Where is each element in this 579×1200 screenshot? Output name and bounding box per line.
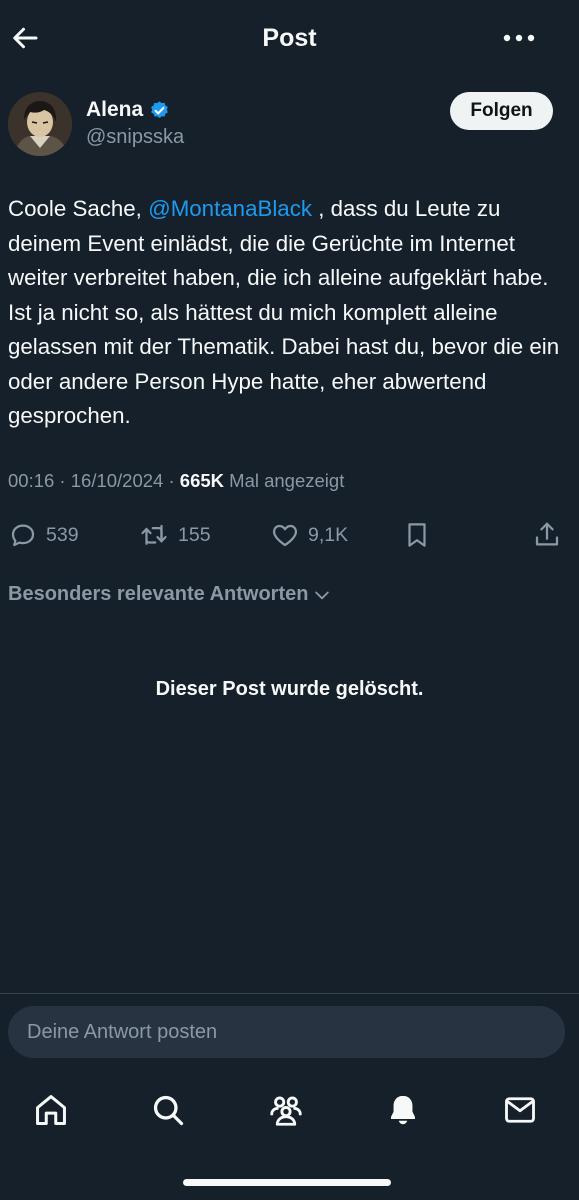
nav-home[interactable] <box>29 1088 73 1132</box>
verified-badge-icon <box>151 100 168 118</box>
author-identity[interactable]: Alena @snipsska <box>86 98 184 149</box>
author-handle: @snipsska <box>86 126 185 148</box>
post-detail-screen: Post Alena @snipsska Folgen Coole Sache,… <box>0 0 579 1200</box>
post-actions: 539 155 9,1K <box>8 513 568 557</box>
post-timestamp: 00:16 · 16/10/2024 · <box>8 470 180 491</box>
post-text-after: , dass du Leute zu deinem Event einlädst… <box>8 196 560 428</box>
back-button[interactable] <box>10 22 42 54</box>
author-name-text: Alena <box>86 98 144 121</box>
avatar-image <box>8 92 72 156</box>
bookmark-button[interactable] <box>402 513 432 557</box>
share-button[interactable] <box>532 513 562 557</box>
follow-button[interactable]: Folgen <box>450 92 553 130</box>
search-icon <box>153 1095 184 1126</box>
post-meta: 00:16 · 16/10/2024 · 665K Mal angezeigt <box>8 470 344 492</box>
like-button[interactable]: 9,1K <box>270 513 348 557</box>
deleted-post-notice: Dieser Post wurde gelöscht. <box>155 678 424 700</box>
nav-communities[interactable] <box>264 1088 308 1132</box>
more-horizontal-icon <box>503 34 535 42</box>
communities-icon <box>270 1096 302 1126</box>
nav-notifications[interactable] <box>381 1088 425 1132</box>
like-count: 9,1K <box>308 523 349 546</box>
mention-link[interactable]: @MontanaBlack <box>148 196 312 221</box>
repost-count: 155 <box>178 523 211 546</box>
view-count-label: Mal angezeigt <box>224 470 345 491</box>
author-name[interactable]: Alena <box>86 98 170 122</box>
nav-messages[interactable] <box>498 1088 542 1132</box>
view-count[interactable]: 665K <box>180 470 224 491</box>
notifications-icon <box>391 1095 415 1125</box>
nav-search[interactable] <box>146 1088 190 1132</box>
heart-icon <box>272 524 298 547</box>
bookmark-icon <box>408 523 426 547</box>
home-icon <box>36 1095 66 1125</box>
repost-button[interactable]: 155 <box>138 513 211 557</box>
top-bar: Post <box>0 0 579 76</box>
chevron-down-icon <box>315 591 330 599</box>
page-title: Post <box>262 23 317 52</box>
post-text-before: Coole Sache, <box>8 196 149 221</box>
share-icon <box>535 522 559 546</box>
bottom-navigation <box>0 1080 579 1140</box>
reply-count: 539 <box>46 523 79 546</box>
home-indicator[interactable] <box>183 1179 391 1186</box>
reply-icon <box>11 524 35 547</box>
avatar[interactable] <box>8 92 72 156</box>
reply-button[interactable]: 539 <box>8 513 79 557</box>
messages-icon <box>505 1097 535 1123</box>
post-author: Alena @snipsska Folgen <box>8 92 555 160</box>
replies-sort-label: Besonders relevante Antworten <box>8 583 309 605</box>
post-text: Coole Sache, @MontanaBlack , dass du Leu… <box>8 192 568 434</box>
divider <box>0 993 579 994</box>
replies-sort-dropdown[interactable]: Besonders relevante Antworten <box>8 583 332 606</box>
repost-icon <box>141 524 167 545</box>
reply-input[interactable]: Deine Antwort posten <box>8 1006 565 1058</box>
more-options-button[interactable] <box>499 22 539 54</box>
arrow-left-icon <box>13 27 38 49</box>
